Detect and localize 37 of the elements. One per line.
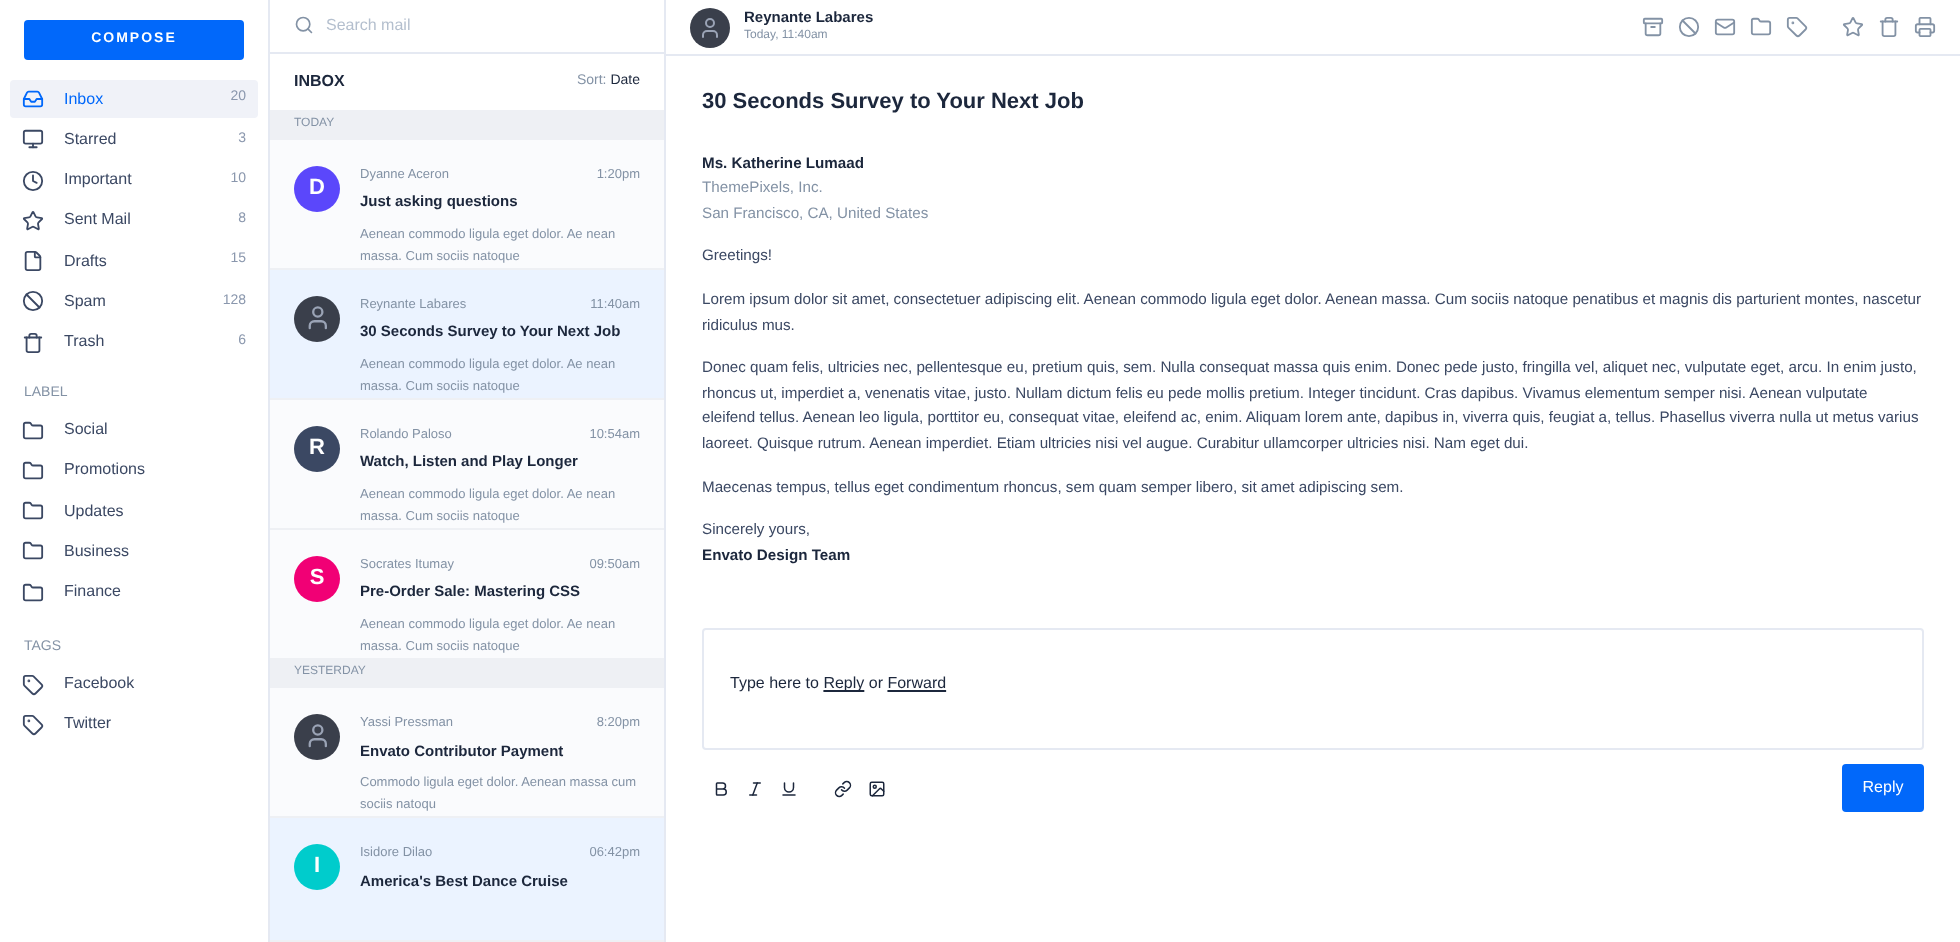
search-field[interactable]: Search mail [325,13,640,38]
avatar-placeholder [294,713,340,760]
tag-icon [22,673,44,696]
avatar: D [294,165,340,212]
avatar-placeholder [294,295,340,342]
tag-item[interactable]: Twitter [10,705,258,744]
star-icon [1842,16,1864,38]
ban-icon [1678,16,1700,38]
italic-icon [746,779,764,798]
reply-prompt: Type here to Reply or Forward [730,674,947,693]
tag-item[interactable]: Facebook [10,665,258,704]
trash-icon [1878,16,1900,38]
mail-icon [1714,16,1736,38]
archive-icon [1642,16,1664,38]
avatar-placeholder [690,7,730,47]
reply-link[interactable]: Reply [823,674,865,693]
underline-icon [780,779,798,798]
tag-icon [22,713,44,736]
print-icon [1914,16,1936,38]
link-icon [834,779,852,798]
avatar: I [294,843,340,890]
image-icon [868,779,886,798]
search-icon [294,14,314,37]
bold-icon [712,779,730,798]
label-item[interactable]: Business [10,532,258,571]
tag-icon [1786,16,1808,38]
label-item[interactable]: Updates [10,492,258,531]
reply-field[interactable]: Type here to Reply or Forward [702,628,1924,751]
label-item[interactable]: Finance [10,573,258,612]
avatar: R [294,425,340,472]
list-title: INBOX [294,70,345,95]
reply-button[interactable]: Reply [1842,764,1924,813]
label-item[interactable]: Promotions [10,451,258,490]
reply-link[interactable]: Forward [887,674,947,693]
label-item[interactable]: Social [10,411,258,450]
avatar: S [294,555,340,602]
message-subject: 30 Seconds Survey to Your Next Job [702,90,1086,116]
